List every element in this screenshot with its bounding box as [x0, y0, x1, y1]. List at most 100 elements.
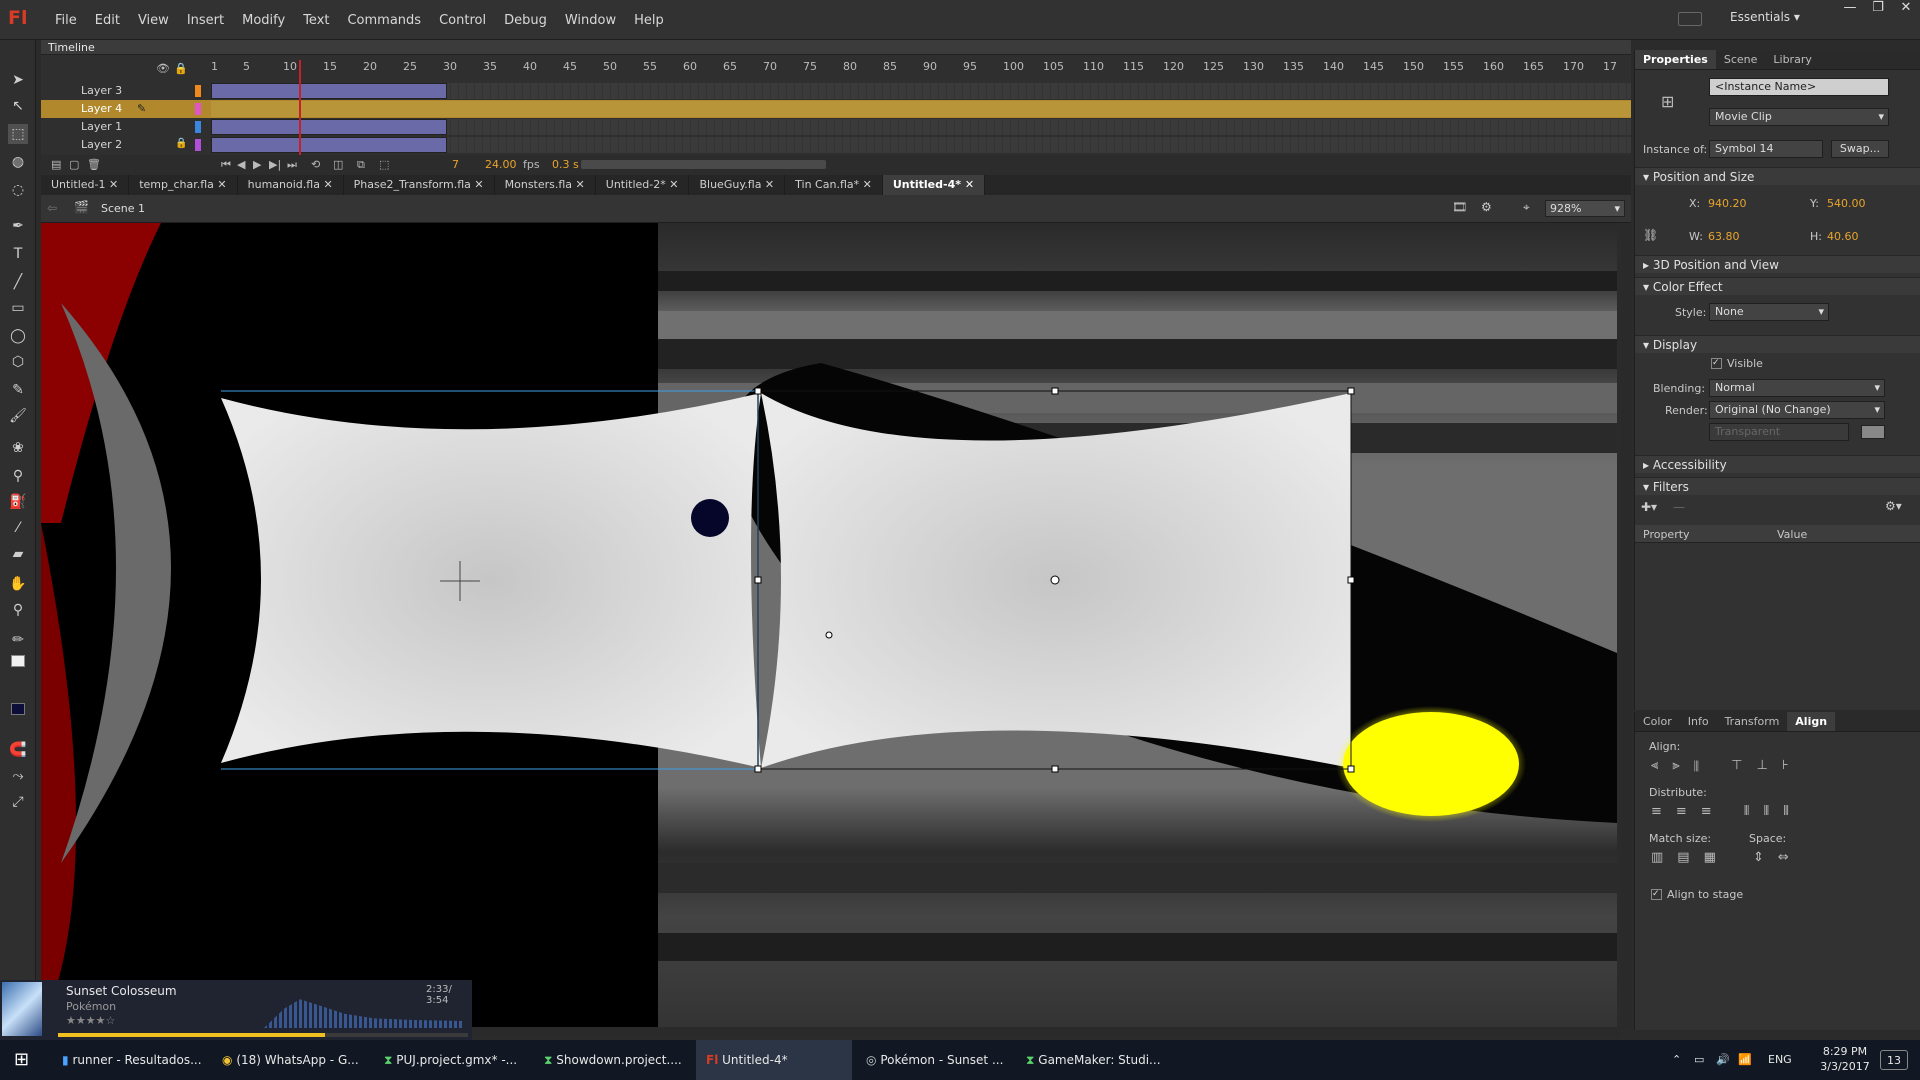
tab-align[interactable]: Align: [1787, 712, 1836, 731]
text-tool-icon[interactable]: T: [8, 244, 28, 264]
edit-multiple-frames-icon[interactable]: ⧉: [357, 158, 365, 172]
taskbar-item[interactable]: ◎ Pokémon - Sunset ...: [866, 1040, 1003, 1080]
frame-ruler[interactable]: 1 5 10 15 20 25 30 35 40 45 50 55 60 65 70 75 80 85 90 95 10…: [211, 60, 1631, 76]
step-forward-icon[interactable]: ▶|: [269, 158, 281, 171]
motion-tween-span[interactable]: [211, 83, 447, 99]
oval-tool-icon[interactable]: ◯: [8, 326, 28, 346]
timeline-hscroll-thumb[interactable]: [581, 160, 826, 169]
section-display[interactable]: ▾ Display: [1635, 335, 1920, 353]
elapsed-time-value[interactable]: 0.3 s: [552, 158, 579, 171]
onion-markers-icon[interactable]: ⬚: [379, 158, 389, 171]
current-frame-value[interactable]: 7: [452, 158, 459, 171]
remove-filter-icon[interactable]: —: [1673, 500, 1685, 514]
taskbar-item-active[interactable]: Fl Untitled-4*: [696, 1040, 852, 1080]
playhead[interactable]: [299, 60, 301, 155]
go-to-last-icon[interactable]: ⏭: [287, 158, 297, 172]
doc-tab[interactable]: humanoid.fla ✕: [238, 175, 344, 195]
zoom-tool-icon[interactable]: ⚲: [8, 600, 28, 620]
tab-library[interactable]: Library: [1765, 50, 1819, 69]
fps-value[interactable]: 24.00: [485, 158, 517, 171]
tab-scene[interactable]: Scene: [1716, 50, 1766, 69]
scene-label[interactable]: Scene 1: [101, 202, 145, 215]
layer-lock-icon[interactable]: 🔒: [175, 138, 187, 149]
timeline-tab[interactable]: Timeline: [41, 40, 1631, 55]
instance-name-input[interactable]: <Instance Name>: [1709, 78, 1889, 96]
layer-row-1[interactable]: Layer 1: [41, 118, 1631, 136]
section-color-effect[interactable]: ▾ Color Effect: [1635, 277, 1920, 295]
menu-edit[interactable]: Edit: [86, 13, 129, 28]
straighten-icon[interactable]: ⤢: [8, 792, 28, 812]
doc-tab[interactable]: Untitled-2* ✕: [596, 175, 690, 195]
tab-transform[interactable]: Transform: [1717, 712, 1788, 731]
section-3d-position[interactable]: ▸ 3D Position and View: [1635, 255, 1920, 273]
polystar-tool-icon[interactable]: ⬡: [8, 352, 28, 372]
close-icon[interactable]: ✕: [1892, 0, 1920, 20]
layer-outline-color[interactable]: [195, 85, 201, 97]
sync-settings-icon[interactable]: [1678, 12, 1702, 26]
layer-outline-color[interactable]: [195, 103, 201, 115]
snap-to-objects-icon[interactable]: 🧲: [8, 740, 28, 760]
taskbar-item[interactable]: ⧗ Showdown.project....: [544, 1040, 682, 1080]
menu-view[interactable]: View: [129, 13, 178, 28]
col-property[interactable]: Property: [1643, 528, 1690, 541]
render-select[interactable]: Original (No Change) ▾: [1709, 401, 1885, 419]
new-folder-icon[interactable]: ▢: [69, 158, 79, 171]
h-value[interactable]: 40.60: [1827, 230, 1859, 243]
back-arrow-icon[interactable]: ⇦: [47, 201, 57, 215]
zoom-select[interactable]: 928% ▾: [1545, 200, 1625, 217]
doc-tab[interactable]: temp_char.fla ✕: [129, 175, 238, 195]
minimize-icon[interactable]: —: [1836, 0, 1864, 20]
menu-help[interactable]: Help: [625, 13, 673, 28]
line-tool-icon[interactable]: ╱: [8, 272, 28, 292]
align-buttons-icons[interactable]: ⫷⫸⫴ ⊤⊥⊦: [1651, 758, 1803, 773]
new-layer-icon[interactable]: ▤: [51, 158, 61, 171]
doc-tab[interactable]: Phase2_Transform.fla ✕: [344, 175, 495, 195]
battery-icon[interactable]: ▭: [1694, 1040, 1704, 1080]
loop-icon[interactable]: ⟲: [311, 158, 320, 171]
selection-tool-icon[interactable]: ➤: [8, 70, 28, 90]
tab-info[interactable]: Info: [1680, 712, 1717, 731]
taskbar-item[interactable]: ⧗ GameMaker: Studi...: [1026, 1040, 1161, 1080]
layer-name[interactable]: Layer 2: [81, 138, 122, 151]
menu-debug[interactable]: Debug: [495, 13, 556, 28]
edit-symbols-icon[interactable]: ⚙: [1481, 200, 1492, 214]
pen-tool-icon[interactable]: ✒: [8, 216, 28, 236]
hand-tool-icon[interactable]: ✋: [8, 574, 28, 594]
section-filters[interactable]: ▾ Filters: [1635, 477, 1920, 495]
w-value[interactable]: 63.80: [1708, 230, 1740, 243]
match-size-buttons-icons[interactable]: ▥▤▦: [1651, 850, 1730, 865]
wifi-icon[interactable]: 📶: [1738, 1040, 1752, 1080]
doc-tab[interactable]: Tin Can.fla* ✕: [785, 175, 883, 195]
language-indicator[interactable]: ENG: [1768, 1040, 1792, 1080]
layer-frames[interactable]: [211, 101, 1631, 117]
layer-row-4-selected[interactable]: Layer 4 ✎: [41, 100, 1631, 118]
layer-name[interactable]: Layer 3: [81, 84, 122, 97]
doc-tab[interactable]: Untitled-1 ✕: [41, 175, 130, 195]
layer-row-2[interactable]: Layer 2 🔒: [41, 136, 1631, 154]
volume-icon[interactable]: 🔊: [1716, 1040, 1730, 1080]
symbol-type-select[interactable]: Movie Clip ▾: [1709, 108, 1889, 126]
tab-properties[interactable]: Properties: [1635, 50, 1716, 69]
x-value[interactable]: 940.20: [1708, 197, 1747, 210]
add-filter-icon[interactable]: ✚▾: [1641, 500, 1657, 514]
visible-checkbox[interactable]: ✓: [1711, 358, 1722, 369]
col-value[interactable]: Value: [1777, 528, 1807, 541]
workspace-switcher[interactable]: Essentials ▾: [1730, 10, 1800, 24]
delete-layer-icon[interactable]: 🗑: [87, 158, 101, 171]
background-color-swatch[interactable]: [1861, 425, 1885, 439]
menu-insert[interactable]: Insert: [178, 13, 233, 28]
menu-window[interactable]: Window: [556, 13, 625, 28]
layer-row-3[interactable]: Layer 3: [41, 82, 1631, 100]
menu-file[interactable]: File: [46, 13, 86, 28]
subselection-tool-icon[interactable]: ↖: [8, 96, 28, 116]
step-back-icon[interactable]: ◀: [237, 158, 245, 171]
doc-tab[interactable]: BlueGuy.fla ✕: [689, 175, 786, 195]
onion-skin-icon[interactable]: ◫: [333, 158, 343, 171]
album-art[interactable]: [2, 982, 42, 1036]
doc-tab-active[interactable]: Untitled-4* ✕: [882, 175, 986, 195]
fill-swatch-dark[interactable]: [8, 700, 28, 720]
tray-chevron-icon[interactable]: ⌃: [1672, 1040, 1681, 1080]
align-to-stage-checkbox[interactable]: ✓: [1651, 889, 1662, 900]
windows-start-icon[interactable]: ⊞: [14, 1040, 44, 1080]
distribute-buttons-icons[interactable]: ≡≡≡ ⦀⦀⦀: [1651, 804, 1803, 819]
